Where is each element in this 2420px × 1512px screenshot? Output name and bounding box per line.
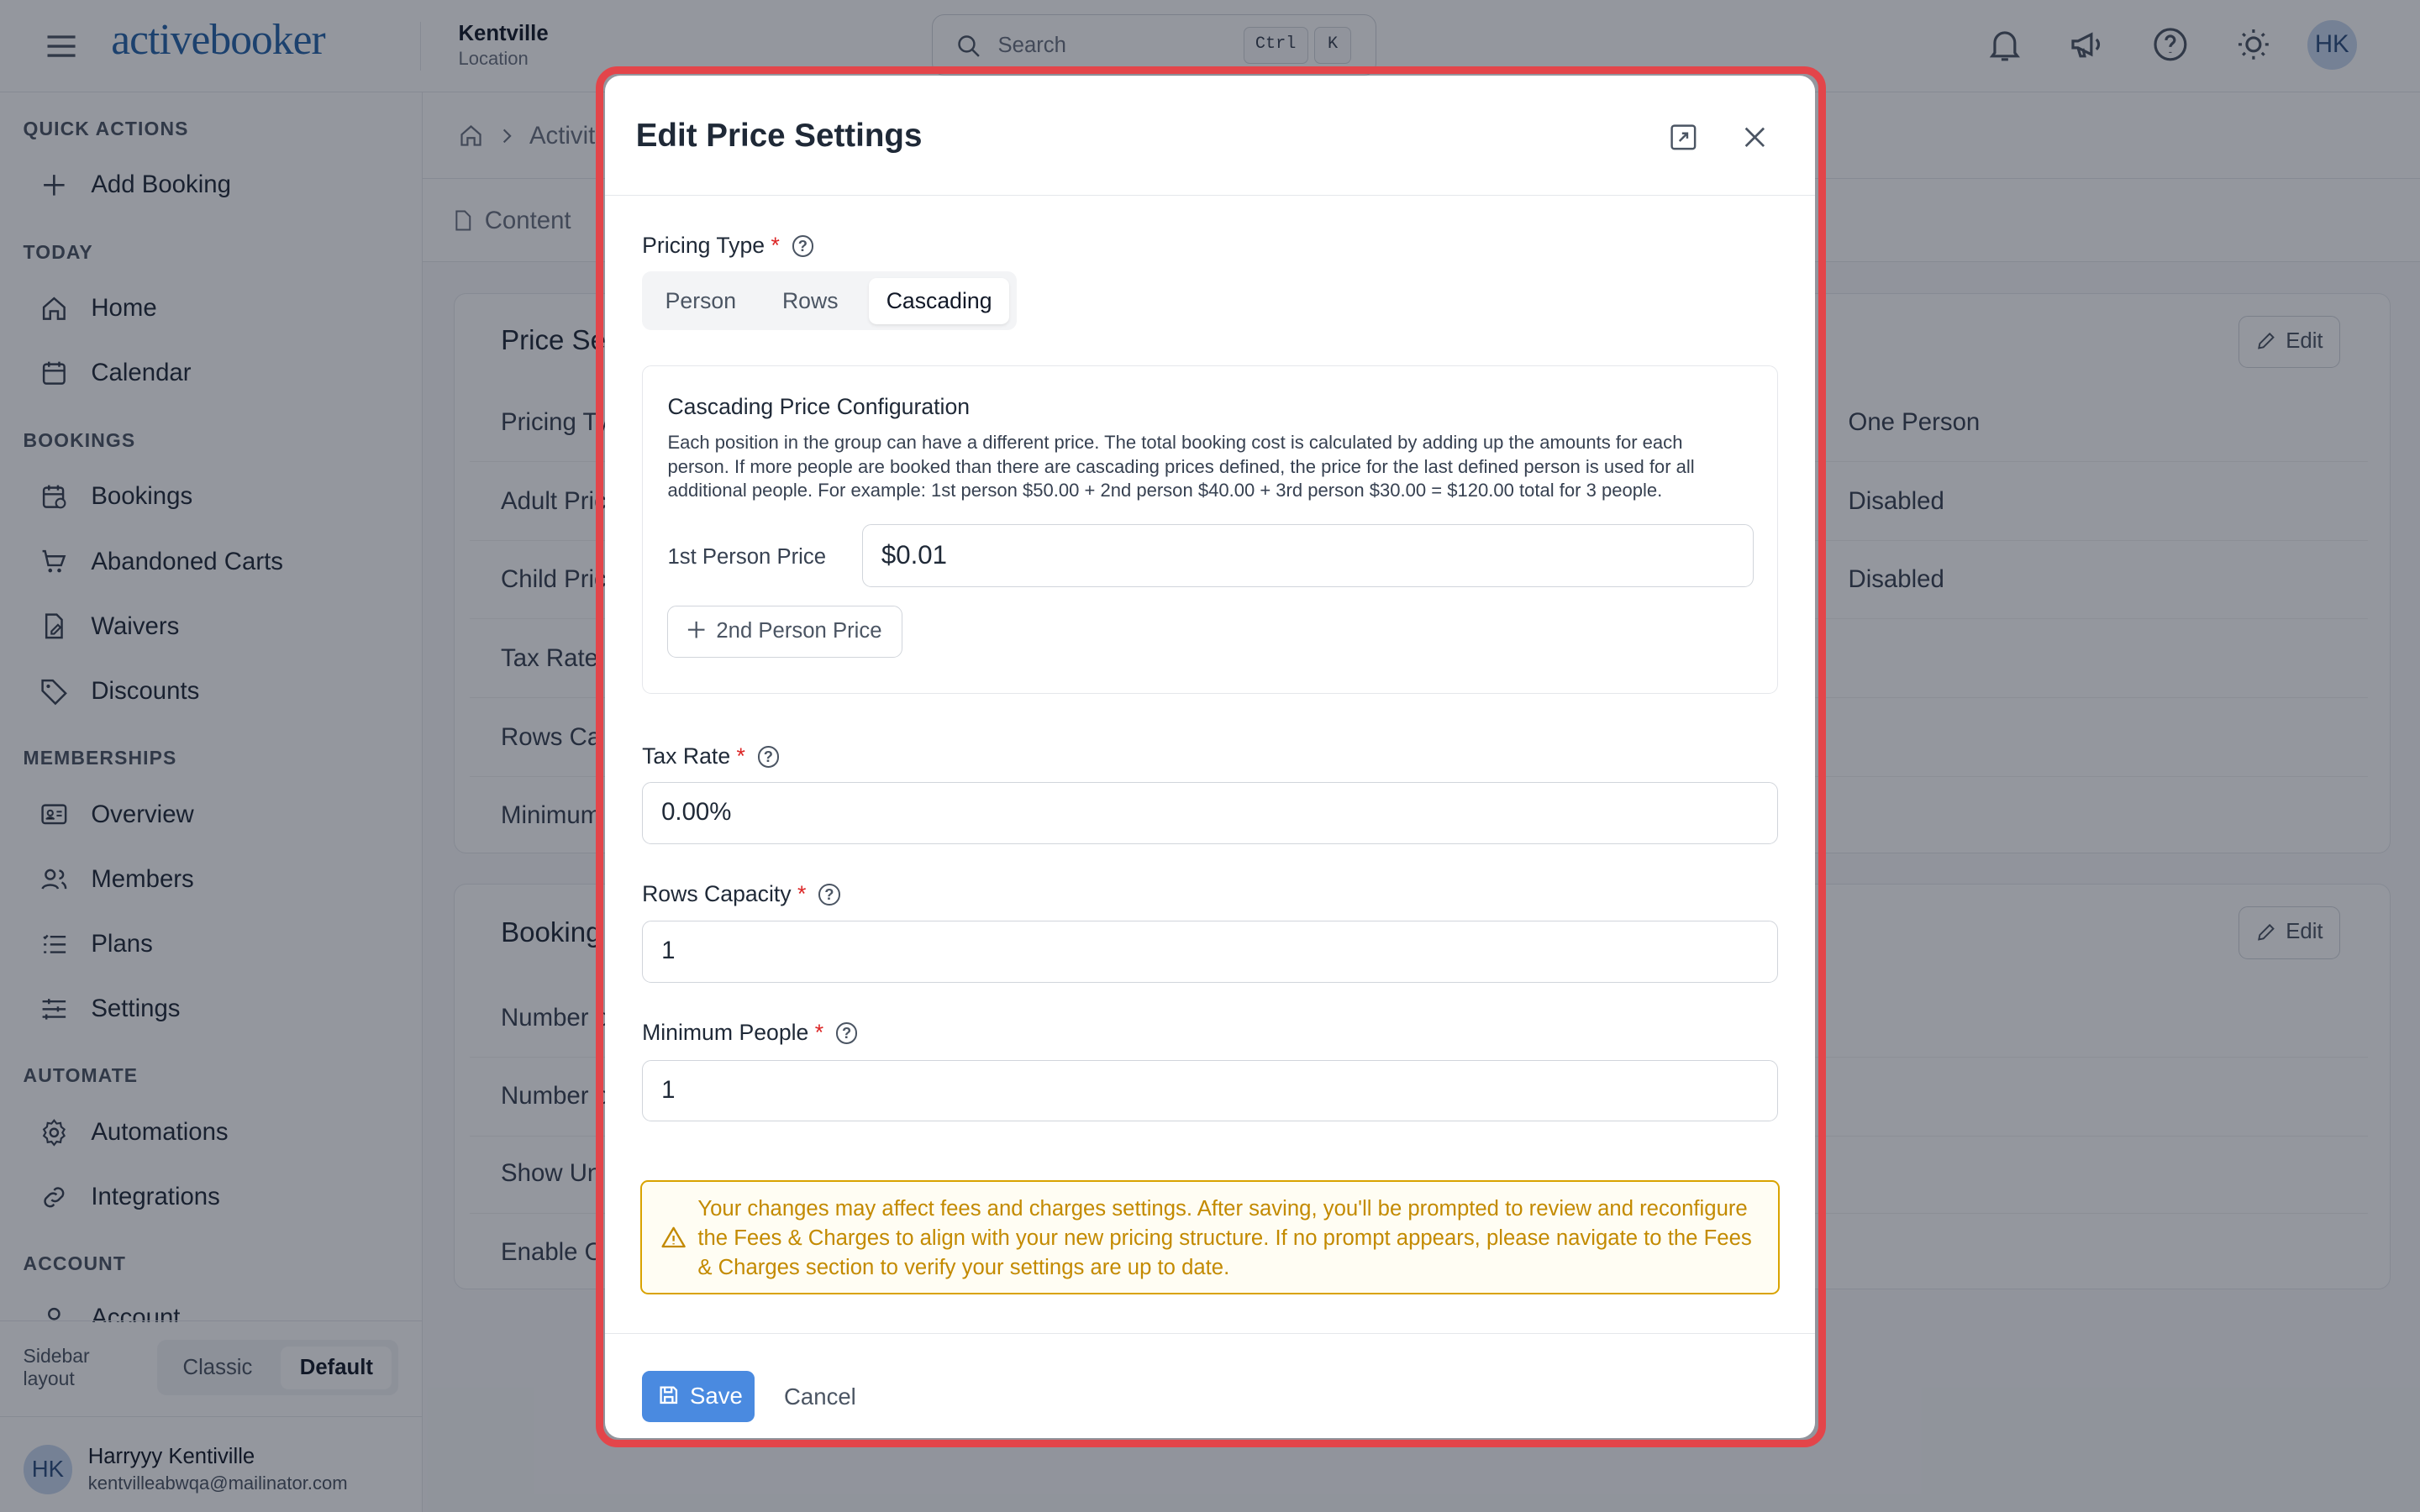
first-person-price-label: 1st Person Price (667, 545, 827, 570)
save-icon (660, 1386, 678, 1404)
label-text: Minimum People (642, 1020, 809, 1046)
minimum-people-input[interactable]: 1 (642, 1059, 1778, 1122)
pricing-type-label: Pricing Type *? (642, 233, 814, 259)
tax-rate-input[interactable]: 0.00% (642, 782, 1778, 844)
help-circle-icon[interactable]: ? (818, 883, 840, 906)
cascading-description: Each position in the group can have a di… (667, 432, 1695, 501)
add-second-person-price-button[interactable]: 2nd Person Price (667, 605, 902, 659)
first-person-price-input[interactable]: $0.01 (861, 523, 1754, 587)
pricing-type-cascading[interactable]: Cascading (869, 277, 1010, 324)
label-text: Rows Capacity (642, 880, 792, 906)
plus-icon (687, 621, 705, 638)
label-text: Tax Rate (642, 743, 731, 769)
pricing-type-rows[interactable]: Rows (760, 278, 861, 324)
help-circle-icon[interactable]: ? (792, 235, 814, 258)
cascading-title: Cascading Price Configuration (667, 394, 971, 420)
warning-text: Your changes may affect fees and charges… (697, 1196, 1752, 1279)
required-mark: * (797, 880, 807, 906)
expand-icon[interactable] (1668, 122, 1699, 153)
cascading-config: Cascading Price Configuration Each posit… (642, 365, 1778, 695)
modal-header: Edit Price Settings (604, 76, 1815, 197)
close-icon[interactable] (1739, 122, 1770, 153)
minimum-people-label: Minimum People *? (642, 1020, 858, 1046)
modal-footer: Save Cancel (604, 1332, 1815, 1438)
save-label: Save (690, 1382, 743, 1409)
required-mark: * (736, 743, 745, 769)
required-mark: * (771, 233, 780, 259)
warning-icon (661, 1227, 687, 1248)
button-label: 2nd Person Price (716, 618, 882, 643)
rows-capacity-input[interactable]: 1 (642, 921, 1778, 983)
rows-capacity-label: Rows Capacity *? (642, 881, 840, 907)
help-circle-icon[interactable]: ? (757, 746, 780, 769)
cancel-button[interactable]: Cancel (784, 1383, 856, 1410)
label-text: Pricing Type (642, 233, 765, 259)
save-button[interactable]: Save (642, 1370, 755, 1422)
modal-title: Edit Price Settings (635, 117, 923, 154)
app-shell: activebooker Kentville Location Search C… (0, 0, 2420, 1512)
help-circle-icon[interactable]: ? (835, 1022, 858, 1044)
pricing-type-toggle: Person Rows Cascading (642, 271, 1018, 331)
fees-warning-alert: Your changes may affect fees and charges… (640, 1180, 1780, 1294)
required-mark: * (814, 1020, 824, 1046)
edit-price-settings-dialog: Edit Price Settings Pricing Type *? Perso… (604, 75, 1815, 1438)
pricing-type-person[interactable]: Person (648, 278, 753, 324)
tax-rate-label: Tax Rate *? (642, 743, 780, 769)
